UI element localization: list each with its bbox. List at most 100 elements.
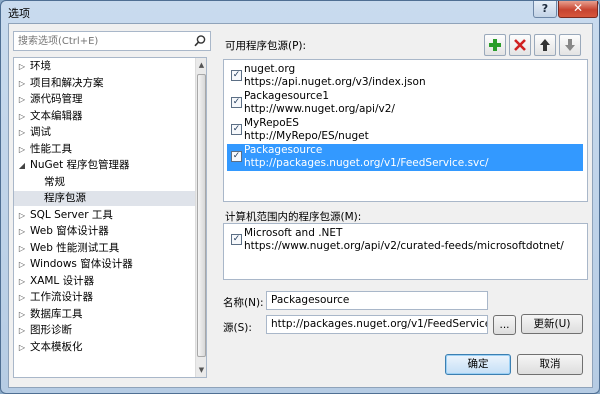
window-title: 选项 [8, 7, 30, 20]
scroll-up-icon[interactable]: ▲ [196, 58, 206, 72]
add-source-button[interactable] [484, 34, 506, 56]
source-name: Microsoft and .NET [244, 227, 343, 239]
tree-item[interactable]: ▷ Web 性能测试工具 [14, 241, 196, 256]
tree-item[interactable]: ▷ 环境 [14, 59, 196, 74]
search-box[interactable] [13, 31, 211, 51]
remove-source-button[interactable] [509, 34, 531, 56]
expand-arrow-icon[interactable]: ▷ [17, 208, 27, 223]
plus-icon [489, 39, 501, 51]
tree-item[interactable]: ▷ Web 窗体设计器 [14, 224, 196, 239]
tree-item[interactable]: ▷ SQL Server 工具 [14, 208, 196, 223]
tree-item-label: 图形诊断 [30, 324, 72, 336]
x-icon [514, 39, 526, 51]
source-name: MyRepoES [244, 117, 299, 129]
expand-arrow-icon[interactable]: ▷ [17, 274, 27, 289]
machine-sources-label: 计算机范围内的程序包源(M): [225, 211, 362, 223]
source-url: http://packages.nuget.org/v1/FeedService… [244, 157, 489, 169]
source-field[interactable]: http://packages.nuget.org/v1/FeedService… [266, 315, 488, 334]
tree-item-label: 项目和解决方案 [30, 76, 104, 89]
tree-item[interactable]: ▷ 图形诊断 [14, 323, 196, 338]
source-url: https://www.nuget.org/api/v2/curated-fee… [244, 240, 564, 252]
options-dialog: 选项 ? ✕ ▷文本模板化▷图形诊断▷数据库工具▷工作流设计器▷XAML 设计器… [0, 0, 600, 394]
ok-button[interactable]: 确定 [445, 354, 511, 375]
source-checkbox[interactable]: ✓ [231, 234, 242, 245]
expand-arrow-icon[interactable]: ▷ [17, 323, 27, 338]
tree-item-label: 文本模板化 [30, 340, 83, 353]
tree-item-label: Web 性能测试工具 [30, 241, 120, 254]
expand-arrow-icon[interactable]: ▷ [17, 109, 27, 124]
expand-arrow-icon[interactable]: ▷ [17, 257, 27, 272]
available-sources-list[interactable]: ✓ nuget.org https://api.nuget.org/v3/index… [223, 59, 588, 202]
tree-item[interactable]: 程序包源 [14, 191, 196, 206]
tree-item[interactable]: ▷ 源代码管理 [14, 92, 196, 107]
source-url: http://MyRepo/ES/nuget [244, 130, 369, 142]
cancel-button[interactable]: 取消 [517, 354, 583, 375]
source-row[interactable]: ✓ MyRepoES http://MyRepo/ES/nuget [227, 117, 583, 144]
source-checkbox[interactable]: ✓ [231, 70, 242, 81]
tree-item[interactable]: ▷ 文本编辑器 [14, 109, 196, 124]
tree-item-label: 程序包源 [44, 192, 86, 204]
tree-item-label: 工作流设计器 [30, 291, 93, 303]
tree-item-label: NuGet 程序包管理器 [30, 159, 130, 171]
source-name: Packagesource1 [244, 90, 330, 102]
source-name: nuget.org [244, 63, 296, 75]
expand-arrow-icon[interactable]: ▷ [17, 241, 27, 256]
arrow-up-icon [540, 39, 550, 51]
tree-item[interactable]: ◢ NuGet 程序包管理器 [14, 158, 196, 173]
help-button[interactable]: ? [533, 1, 557, 18]
tree-item[interactable]: ▷ 数据库工具 [14, 307, 196, 322]
tree-item-label: 常规 [44, 175, 65, 188]
title-bar: 选项 ? ✕ [1, 1, 599, 23]
source-checkbox[interactable]: ✓ [231, 124, 242, 135]
search-input[interactable] [18, 34, 186, 48]
tree-item[interactable]: 常规 [14, 175, 196, 190]
collapse-arrow-icon[interactable]: ◢ [17, 158, 27, 173]
source-checkbox[interactable]: ✓ [231, 97, 242, 108]
tree-item-label: 源代码管理 [30, 93, 83, 105]
available-sources-label: 可用程序包源(P): [225, 40, 307, 52]
expand-arrow-icon[interactable]: ▷ [17, 307, 27, 322]
name-field[interactable]: Packagesource [266, 291, 488, 310]
source-row[interactable]: ✓ Microsoft and .NET https://www.nuget.org… [227, 227, 583, 254]
move-down-button[interactable] [559, 34, 581, 56]
close-button[interactable]: ✕ [558, 1, 598, 18]
tree-item[interactable]: ▷ 项目和解决方案 [14, 76, 196, 91]
options-tree[interactable]: ▷ 文本模板化 ▷ 图形诊断 ▷ 数据库工具 ▷ 工作流设计器 ▷ XAML 设计器 ▷ Window… [13, 57, 207, 378]
source-row[interactable]: ✓ Packagesource1 http://www.nuget.org/api/… [227, 90, 583, 117]
update-button[interactable]: 更新(U) [521, 314, 583, 334]
source-row[interactable]: ✓ Packagesource http://packages.nuget.org/… [227, 144, 583, 171]
search-icon[interactable] [193, 34, 207, 48]
tree-item[interactable]: ▷ 调试 [14, 125, 196, 140]
tree-item-label: 文本编辑器 [30, 109, 83, 122]
tree-item-label: Windows 窗体设计器 [30, 258, 133, 270]
expand-arrow-icon[interactable]: ▷ [17, 92, 27, 107]
tree-item-label: XAML 设计器 [30, 274, 95, 287]
tree-item-label: 调试 [30, 126, 51, 138]
expand-arrow-icon[interactable]: ▷ [17, 290, 27, 305]
tree-item[interactable]: ▷ 性能工具 [14, 142, 196, 157]
source-url: https://api.nuget.org/v3/index.json [244, 76, 426, 88]
tree-item-label: Web 窗体设计器 [30, 225, 109, 237]
scroll-down-icon[interactable]: ▼ [196, 363, 206, 377]
tree-scrollbar[interactable]: ▲ ▼ [195, 58, 206, 377]
source-name: Packagesource [244, 144, 323, 156]
tree-item[interactable]: ▷ 文本模板化 [14, 340, 196, 355]
expand-arrow-icon[interactable]: ▷ [17, 125, 27, 140]
expand-arrow-icon[interactable]: ▷ [17, 59, 27, 74]
expand-arrow-icon[interactable]: ▷ [17, 340, 27, 355]
source-url: http://www.nuget.org/api/v2/ [244, 103, 395, 115]
browse-button[interactable]: ... [493, 315, 516, 335]
tree-item[interactable]: ▷ Windows 窗体设计器 [14, 257, 196, 272]
source-checkbox[interactable]: ✓ [231, 151, 242, 162]
tree-item[interactable]: ▷ 工作流设计器 [14, 290, 196, 305]
name-label: 名称(N): [223, 297, 264, 309]
scroll-thumb[interactable] [197, 74, 206, 357]
tree-item-label: 数据库工具 [30, 307, 83, 320]
source-row[interactable]: ✓ nuget.org https://api.nuget.org/v3/index… [227, 63, 583, 90]
tree-item[interactable]: ▷ XAML 设计器 [14, 274, 196, 289]
expand-arrow-icon[interactable]: ▷ [17, 224, 27, 239]
expand-arrow-icon[interactable]: ▷ [17, 142, 27, 157]
expand-arrow-icon[interactable]: ▷ [17, 76, 27, 91]
move-up-button[interactable] [534, 34, 556, 56]
machine-sources-list[interactable]: ✓ Microsoft and .NET https://www.nuget.org… [223, 223, 588, 280]
